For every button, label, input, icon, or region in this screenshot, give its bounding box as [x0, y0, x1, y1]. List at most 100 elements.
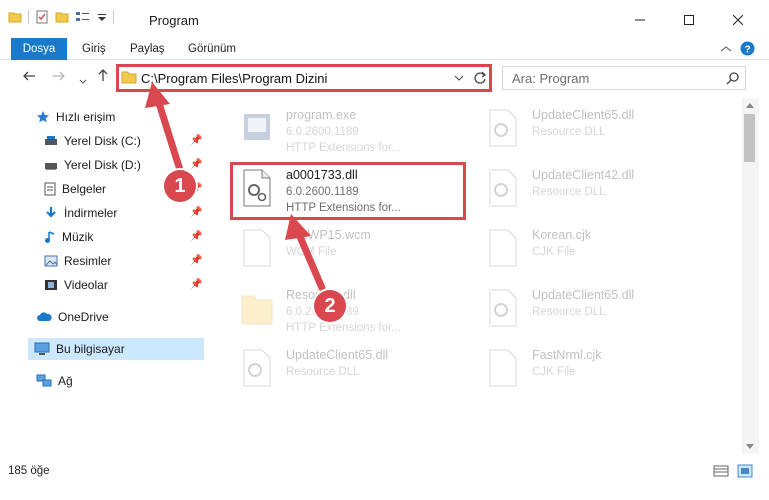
- sidebar-item-label: Hızlı erişim: [56, 110, 116, 124]
- new-folder-icon[interactable]: [55, 10, 69, 24]
- toolbar-divider: [28, 10, 29, 24]
- file-name: FastNrml.cjk: [532, 348, 602, 362]
- file-tile-sitewp15-wcm[interactable]: SiteWP15.wcm WCM File: [234, 222, 474, 278]
- file-type: Resource DLL: [532, 306, 606, 318]
- address-bar-highlight: [116, 64, 492, 92]
- folder-icon: [241, 295, 273, 325]
- pin-icon[interactable]: 📌: [190, 255, 202, 266]
- file-tile-resource-dll[interactable]: Resource.dll 6.0.2600.1189 HTTP Extensio…: [234, 282, 474, 338]
- file-highlight: [230, 162, 466, 220]
- sidebar-item-disk-c[interactable]: Yerel Disk (C:): [44, 130, 204, 152]
- back-button[interactable]: [22, 69, 36, 86]
- sidebar-item-music[interactable]: Müzik: [44, 226, 204, 248]
- sidebar-item-label: Yerel Disk (D:): [64, 158, 141, 172]
- sidebar-item-onedrive[interactable]: OneDrive: [36, 306, 206, 328]
- generic-file-icon: [243, 229, 271, 267]
- sidebar-item-pictures[interactable]: Resimler: [44, 250, 204, 272]
- minimize-button[interactable]: [617, 0, 663, 40]
- step-1-badge: 1: [164, 170, 196, 202]
- file-name: UpdateClient42.dll: [532, 168, 635, 182]
- dll-file-icon: [489, 109, 517, 147]
- step-2-badge: 2: [314, 290, 346, 322]
- star-icon: [37, 111, 49, 123]
- file-tile-updateclient65-dll-3[interactable]: UpdateClient65.dll Resource DLL: [234, 342, 474, 398]
- quick-access-toolbar: [8, 10, 114, 24]
- sidebar-item-quick-access[interactable]: Hızlı erişim: [36, 106, 206, 128]
- sidebar-item-label: OneDrive: [58, 310, 109, 324]
- close-button[interactable]: [715, 0, 761, 40]
- file-tile-updateclient42-dll[interactable]: UpdateClient42.dll Resource DLL: [480, 162, 720, 218]
- forward-button[interactable]: [52, 69, 66, 86]
- file-type: CJK File: [532, 366, 576, 378]
- close-icon: [733, 15, 743, 25]
- dll-file-icon: [489, 169, 517, 207]
- file-name: SiteWP15.wcm: [286, 228, 371, 242]
- scrollbar-thumb[interactable]: [744, 114, 755, 162]
- generic-file-icon: [489, 349, 517, 387]
- chevron-down-icon: [79, 79, 87, 84]
- drive-icon: [45, 163, 57, 170]
- pin-icon[interactable]: 📌: [190, 135, 202, 146]
- tab-home[interactable]: Giriş: [82, 38, 106, 60]
- pin-icon[interactable]: 📌: [190, 207, 202, 218]
- dll-file-icon: [489, 289, 517, 327]
- file-name: UpdateClient65.dll: [286, 348, 389, 362]
- forward-arrow-icon: [53, 71, 65, 81]
- file-name: program.exe: [286, 108, 357, 122]
- file-name: Korean.cjk: [532, 228, 592, 242]
- pin-icon[interactable]: 📌: [190, 231, 202, 242]
- documents-icon: [44, 182, 56, 196]
- tab-view[interactable]: Görünüm: [188, 38, 236, 60]
- file-list: program.exe 6.0.2600.1189 HTTP Extension…: [212, 98, 742, 454]
- folder-icon: [8, 12, 22, 23]
- svg-text:?: ?: [744, 45, 750, 56]
- properties-icon[interactable]: [35, 10, 49, 24]
- file-type: CJK File: [532, 246, 576, 258]
- file-tile-program-exe[interactable]: program.exe 6.0.2600.1189 HTTP Extension…: [234, 102, 474, 158]
- file-tile-updateclient65-dll[interactable]: UpdateClient65.dll Resource DLL: [480, 102, 720, 158]
- download-icon: [46, 207, 56, 218]
- tab-share[interactable]: Paylaş: [130, 38, 165, 60]
- dll-file-icon: [243, 349, 271, 387]
- scroll-up-icon[interactable]: [746, 102, 754, 108]
- file-tile-updateclient65-dll-2[interactable]: UpdateClient65.dll Resource DLL: [480, 282, 720, 338]
- pin-icon[interactable]: 📌: [190, 279, 202, 290]
- sidebar-item-downloads[interactable]: İndirmeler: [44, 202, 204, 224]
- file-type: Resource DLL: [286, 366, 360, 378]
- navigation-pane: Hızlı erişim Yerel Disk (C:) 📌 Yerel Dis…: [0, 98, 210, 454]
- generic-file-icon: [489, 229, 517, 267]
- ribbon-tabs: Dosya Giriş Paylaş Görünüm ?: [0, 38, 769, 60]
- details-view-icon[interactable]: [713, 465, 729, 477]
- customize-dropdown-icon[interactable]: [97, 10, 107, 24]
- sidebar-item-videos[interactable]: Videolar: [44, 274, 204, 296]
- file-tile-fastnrml-cjk[interactable]: FastNrml.cjk CJK File: [480, 342, 720, 398]
- status-bar: 185 öğe: [0, 455, 769, 483]
- search-icon[interactable]: [726, 71, 740, 85]
- up-button[interactable]: [96, 68, 110, 85]
- sidebar-item-label: Videolar: [64, 278, 108, 292]
- maximize-button[interactable]: [666, 0, 712, 40]
- expand-ribbon-icon[interactable]: [720, 44, 732, 54]
- search-input[interactable]: Ara: Program: [512, 71, 589, 86]
- file-tile-korean-cjk[interactable]: Korean.cjk CJK File: [480, 222, 720, 278]
- scroll-down-icon[interactable]: [746, 444, 754, 450]
- tab-file[interactable]: Dosya: [11, 38, 67, 60]
- file-version: 6.0.2600.1189: [286, 126, 359, 138]
- sidebar-item-label: Ağ: [58, 374, 73, 388]
- sidebar-item-label: Belgeler: [62, 182, 107, 196]
- pin-icon[interactable]: 📌: [190, 159, 202, 170]
- large-icons-view-icon[interactable]: [737, 464, 753, 478]
- toolbar-divider: [113, 10, 114, 24]
- sidebar-item-this-pc[interactable]: Bu bilgisayar: [28, 338, 204, 360]
- sidebar-item-network[interactable]: Ağ: [36, 370, 206, 392]
- maximize-icon: [684, 15, 694, 25]
- computer-icon: [34, 342, 50, 355]
- item-count: 185 öğe: [8, 465, 50, 477]
- recent-locations-button[interactable]: [79, 72, 87, 88]
- videos-icon: [45, 280, 57, 290]
- file-description: HTTP Extensions for...: [286, 142, 401, 154]
- sidebar-item-label: Müzik: [62, 230, 94, 244]
- sidebar-item-label: Yerel Disk (C:): [64, 134, 141, 148]
- help-icon[interactable]: ?: [740, 41, 755, 56]
- view-icon[interactable]: [75, 10, 91, 24]
